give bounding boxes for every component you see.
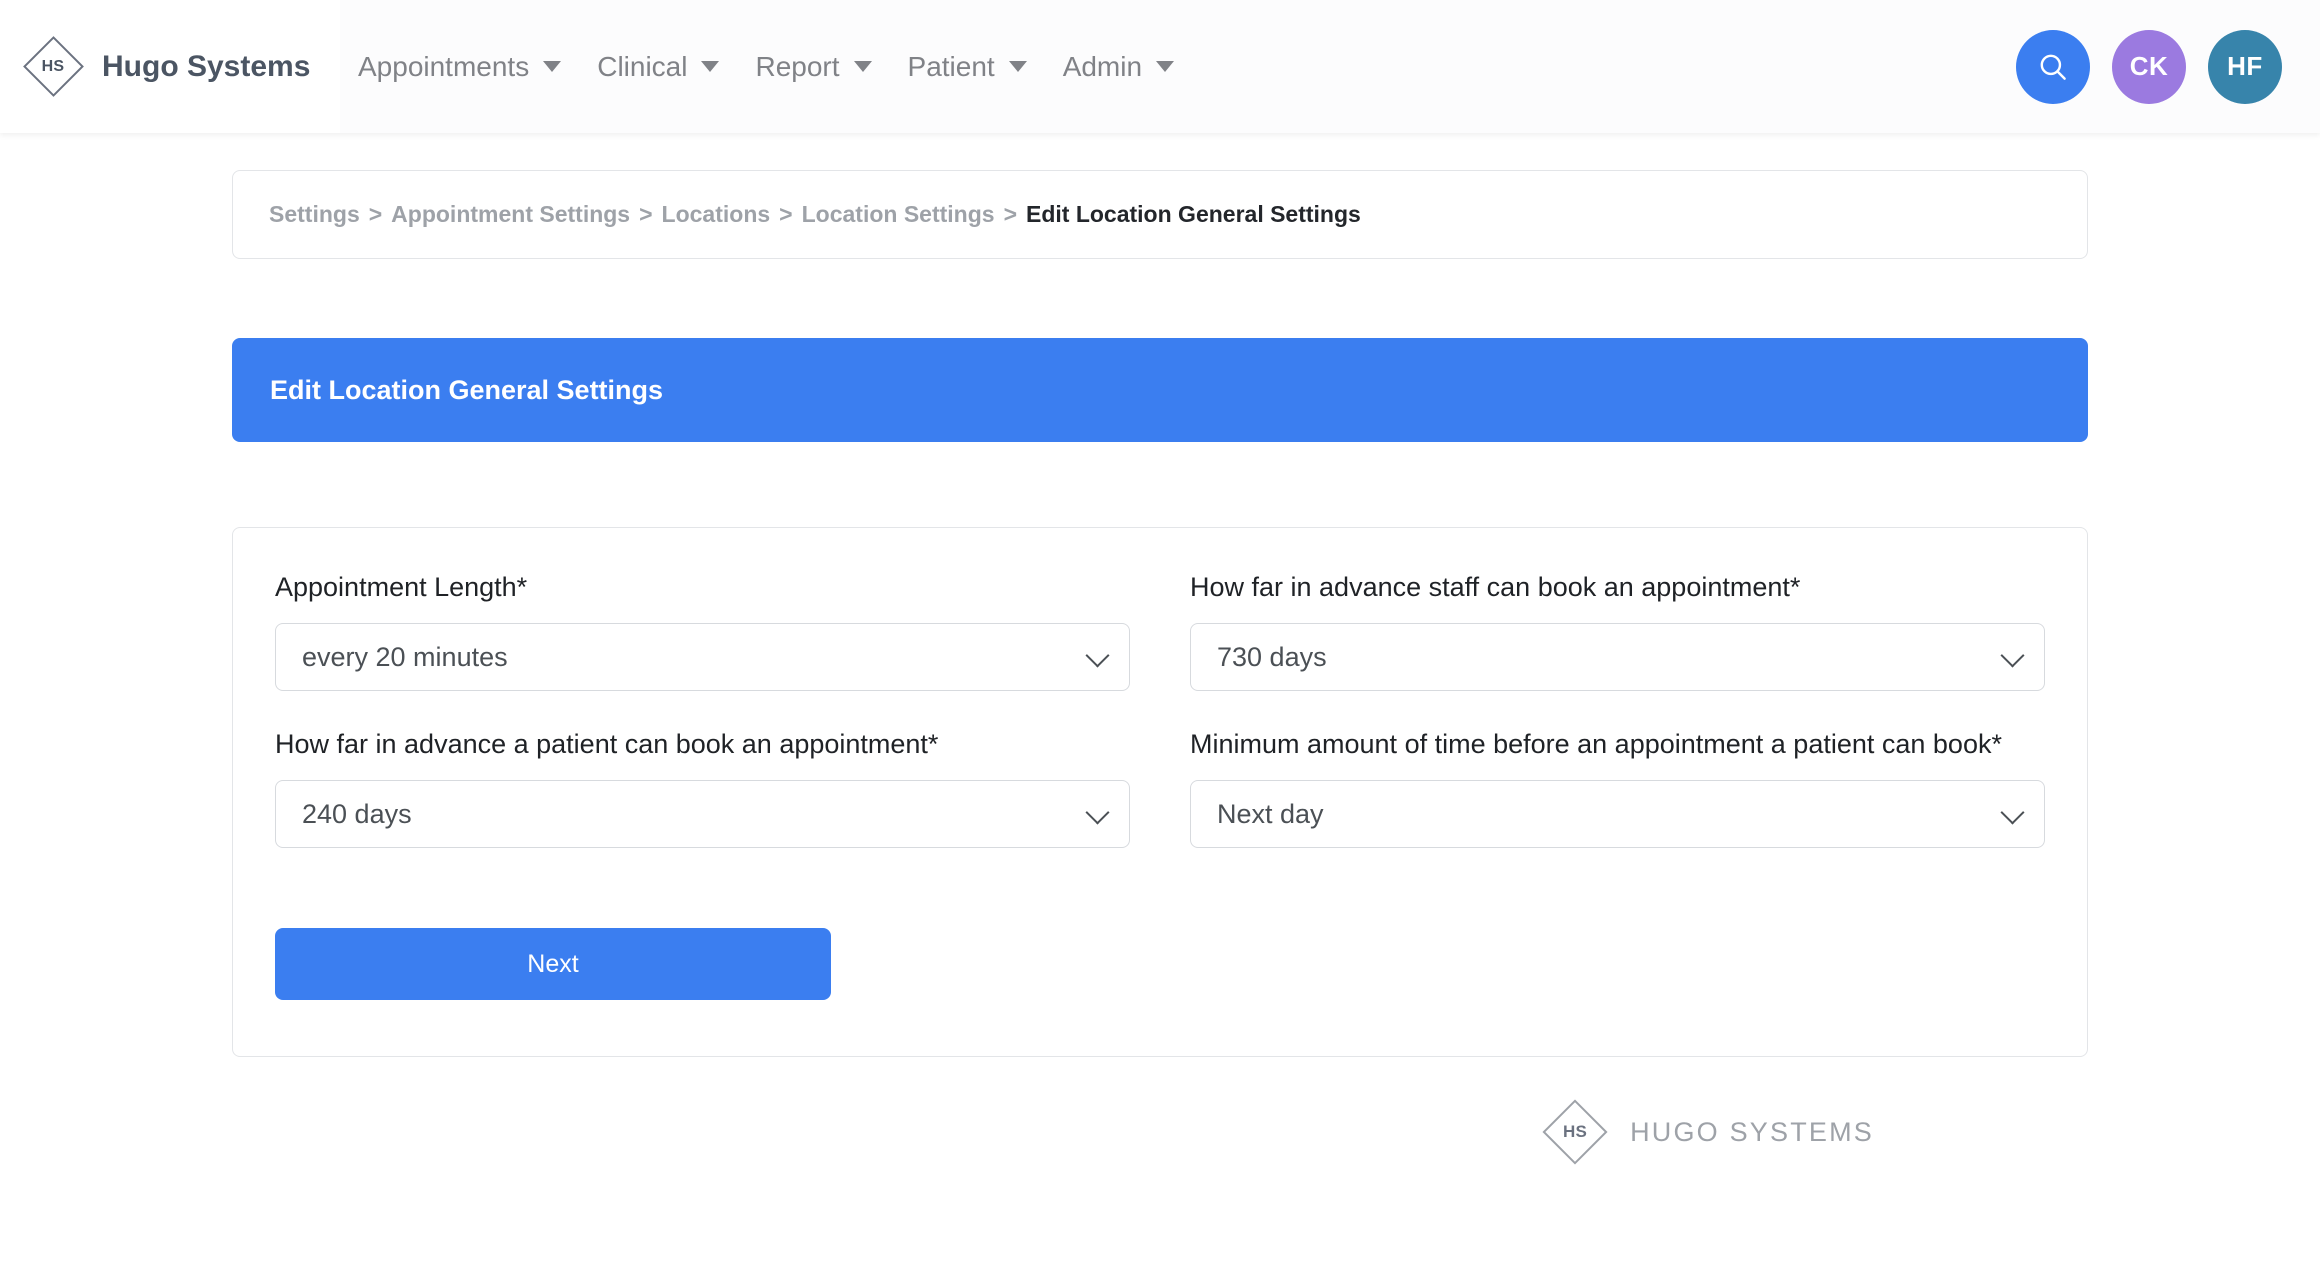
select-value[interactable]: 730 days <box>1190 623 2045 692</box>
page-title: Edit Location General Settings <box>270 374 664 405</box>
breadcrumb-item-current: Edit Location General Settings <box>1026 201 1361 227</box>
page-header-banner: Edit Location General Settings <box>232 338 2088 442</box>
form-column-right: How far in advance staff can book an app… <box>1190 568 2045 854</box>
breadcrumb-item-location-settings[interactable]: Location Settings <box>802 201 995 228</box>
field-patient-advance-booking: How far in advance a patient can book an… <box>275 725 1130 849</box>
search-button[interactable] <box>2016 29 2090 104</box>
breadcrumb: Settings > Appointment Settings > Locati… <box>232 170 2088 259</box>
minimum-lead-time-select[interactable]: Next day <box>1190 780 2045 849</box>
nav-item-admin[interactable]: Admin <box>1045 41 1192 93</box>
footer-logo-initials: HS <box>1562 1122 1588 1142</box>
breadcrumb-item-locations[interactable]: Locations <box>662 201 771 228</box>
avatar-ck[interactable]: CK <box>2112 29 2186 104</box>
nav-item-label: Admin <box>1062 50 1143 82</box>
search-icon <box>2040 54 2066 80</box>
avatar-initials: CK <box>2129 51 2169 81</box>
appointment-length-select[interactable]: every 20 minutes <box>275 623 1130 692</box>
breadcrumb-item-settings[interactable]: Settings <box>269 201 360 228</box>
staff-advance-booking-select[interactable]: 730 days <box>1190 623 2045 692</box>
select-value[interactable]: 240 days <box>275 780 1130 849</box>
hugo-systems-diamond-icon: HS <box>22 36 84 98</box>
form-column-left: Appointment Length* every 20 minutes How… <box>275 568 1130 854</box>
logo-initials: HS <box>41 57 65 75</box>
nav-item-label: Appointments <box>358 50 530 82</box>
nav-item-label: Report <box>755 50 840 82</box>
nav-item-label: Clinical <box>597 50 688 82</box>
brand-name: Hugo Systems <box>102 49 311 83</box>
breadcrumb-separator: > <box>1003 201 1017 227</box>
field-label: Minimum amount of time before an appoint… <box>1190 729 2002 760</box>
chevron-down-icon <box>853 61 872 72</box>
footer-hugo-systems-diamond-icon: HS <box>1542 1099 1608 1165</box>
breadcrumb-separator: > <box>368 201 383 227</box>
avatar-hf[interactable]: HF <box>2208 29 2282 104</box>
avatar-initials: HF <box>2227 51 2263 81</box>
chevron-down-icon <box>1156 61 1175 72</box>
field-staff-advance-booking: How far in advance staff can book an app… <box>1190 568 2045 692</box>
breadcrumb-separator: > <box>639 201 653 227</box>
nav-item-appointments[interactable]: Appointments <box>340 41 579 93</box>
footer-brand-name: HUGO SYSTEMS <box>1630 1116 1874 1147</box>
select-value[interactable]: every 20 minutes <box>275 623 1130 692</box>
breadcrumb-separator: > <box>779 201 793 227</box>
nav-item-patient[interactable]: Patient <box>890 41 1045 93</box>
top-navigation-bar: HS Hugo Systems Appointments Clinical Re… <box>0 0 2320 133</box>
select-value[interactable]: Next day <box>1190 780 2045 849</box>
main-nav: Appointments Clinical Report Patient Adm… <box>340 41 2016 93</box>
nav-item-label: Patient <box>907 50 995 82</box>
field-label: How far in advance a patient can book an… <box>275 729 939 760</box>
breadcrumb-item-appointment-settings[interactable]: Appointment Settings <box>391 201 630 228</box>
form-grid: Appointment Length* every 20 minutes How… <box>275 568 2045 854</box>
nav-item-clinical[interactable]: Clinical <box>579 41 737 93</box>
page-content: Settings > Appointment Settings > Locati… <box>0 170 2320 1165</box>
nav-item-report[interactable]: Report <box>737 41 889 93</box>
footer: HS HUGO SYSTEMS <box>232 1057 2088 1165</box>
patient-advance-booking-select[interactable]: 240 days <box>275 780 1130 849</box>
field-appointment-length: Appointment Length* every 20 minutes <box>275 568 1130 692</box>
chevron-down-icon <box>1008 61 1027 72</box>
field-label: Appointment Length* <box>275 572 528 602</box>
top-bar-actions: CK HF <box>2016 29 2320 104</box>
chevron-down-icon <box>543 61 562 72</box>
chevron-down-icon <box>701 61 720 72</box>
settings-form-card: Appointment Length* every 20 minutes How… <box>232 527 2088 1058</box>
field-minimum-lead-time: Minimum amount of time before an appoint… <box>1190 725 2045 849</box>
field-label: How far in advance staff can book an app… <box>1190 572 1801 602</box>
brand-logo-home-link[interactable]: HS Hugo Systems <box>0 36 340 98</box>
next-button[interactable]: Next <box>275 928 831 1001</box>
